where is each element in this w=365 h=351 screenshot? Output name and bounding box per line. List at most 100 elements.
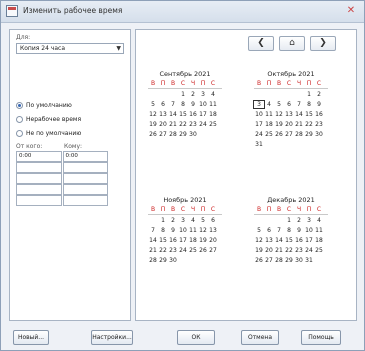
close-icon[interactable]: ✕	[344, 4, 358, 18]
to-time-field[interactable]	[62, 195, 108, 206]
day-cell[interactable]: 20	[208, 237, 218, 244]
day-cell[interactable]: 21	[148, 247, 158, 254]
day-cell[interactable]: 30	[188, 131, 198, 138]
new-button[interactable]: Новый...	[13, 330, 49, 345]
day-cell[interactable]: 19	[274, 121, 284, 128]
day-cell[interactable]: 28	[168, 131, 178, 138]
day-cell[interactable]: 3	[198, 91, 208, 98]
day-cell[interactable]: 13	[208, 227, 218, 234]
day-cell[interactable]: 14	[274, 237, 284, 244]
day-cell[interactable]: 13	[264, 237, 274, 244]
day-cell[interactable]: 7	[294, 101, 304, 108]
day-cell[interactable]: 10	[254, 111, 264, 118]
day-cell[interactable]: 30	[314, 131, 324, 138]
day-cell[interactable]: 24	[254, 131, 264, 138]
day-cell[interactable]: 17	[178, 237, 188, 244]
day-cell[interactable]: 16	[188, 111, 198, 118]
day-cell[interactable]: 29	[158, 257, 168, 264]
day-cell[interactable]: 18	[188, 237, 198, 244]
day-cell[interactable]: 25	[314, 247, 324, 254]
day-cell[interactable]: 3	[253, 100, 265, 109]
day-cell[interactable]: 8	[304, 101, 314, 108]
day-cell[interactable]: 5	[148, 101, 158, 108]
day-cell[interactable]: 22	[158, 247, 168, 254]
day-cell[interactable]: 20	[264, 247, 274, 254]
day-cell[interactable]: 29	[284, 257, 294, 264]
day-cell[interactable]: 7	[148, 227, 158, 234]
day-cell[interactable]: 21	[294, 121, 304, 128]
day-cell[interactable]: 14	[148, 237, 158, 244]
day-cell[interactable]: 19	[254, 247, 264, 254]
to-time-field[interactable]	[62, 162, 108, 173]
day-cell[interactable]: 11	[264, 111, 274, 118]
day-cell[interactable]: 3	[178, 217, 188, 224]
day-cell[interactable]: 15	[158, 237, 168, 244]
day-cell[interactable]: 15	[284, 237, 294, 244]
day-cell[interactable]: 16	[294, 237, 304, 244]
day-cell[interactable]: 28	[294, 131, 304, 138]
day-cell[interactable]: 31	[254, 141, 264, 148]
day-cell[interactable]: 2	[188, 91, 198, 98]
to-time-field[interactable]: 0:00	[62, 151, 108, 162]
calendar-select[interactable]: Копия 24 часа ▼	[16, 43, 124, 54]
day-cell[interactable]: 10	[178, 227, 188, 234]
day-cell[interactable]: 20	[284, 121, 294, 128]
day-cell[interactable]: 22	[304, 121, 314, 128]
settings-button[interactable]: Настройки...	[91, 330, 133, 345]
day-cell[interactable]: 1	[158, 217, 168, 224]
day-cell[interactable]: 18	[314, 237, 324, 244]
day-cell[interactable]: 6	[208, 217, 218, 224]
from-time-field[interactable]	[16, 184, 62, 195]
day-cell[interactable]: 21	[274, 247, 284, 254]
prev-month-button[interactable]: ❮	[248, 36, 274, 51]
day-cell[interactable]: 2	[314, 91, 324, 98]
day-cell[interactable]: 14	[294, 111, 304, 118]
day-cell[interactable]: 15	[304, 111, 314, 118]
day-cell[interactable]: 6	[264, 227, 274, 234]
day-cell[interactable]: 29	[178, 131, 188, 138]
day-cell[interactable]: 18	[264, 121, 274, 128]
day-cell[interactable]: 7	[168, 101, 178, 108]
day-cell[interactable]: 26	[198, 247, 208, 254]
to-time-field[interactable]	[62, 173, 108, 184]
day-cell[interactable]: 13	[158, 111, 168, 118]
day-cell[interactable]: 24	[304, 247, 314, 254]
help-button[interactable]: Помощь	[301, 330, 341, 345]
day-cell[interactable]: 25	[208, 121, 218, 128]
cancel-button[interactable]: Отмена	[241, 330, 279, 345]
day-cell[interactable]: 12	[254, 237, 264, 244]
day-cell[interactable]: 1	[304, 91, 314, 98]
day-cell[interactable]: 9	[294, 227, 304, 234]
day-cell[interactable]: 6	[284, 101, 294, 108]
day-cell[interactable]: 19	[198, 237, 208, 244]
radio-nondefault[interactable]: Не по умолчанию	[16, 130, 81, 137]
day-cell[interactable]: 5	[254, 227, 264, 234]
day-cell[interactable]: 9	[188, 101, 198, 108]
day-cell[interactable]: 1	[284, 217, 294, 224]
day-cell[interactable]: 5	[274, 101, 284, 108]
day-cell[interactable]: 24	[178, 247, 188, 254]
day-cell[interactable]: 23	[294, 247, 304, 254]
day-cell[interactable]: 12	[198, 227, 208, 234]
day-cell[interactable]: 26	[274, 131, 284, 138]
day-cell[interactable]: 23	[168, 247, 178, 254]
day-cell[interactable]: 4	[208, 91, 218, 98]
day-cell[interactable]: 15	[178, 111, 188, 118]
day-cell[interactable]: 16	[314, 111, 324, 118]
day-cell[interactable]: 8	[158, 227, 168, 234]
day-cell[interactable]: 23	[188, 121, 198, 128]
day-cell[interactable]: 18	[208, 111, 218, 118]
ok-button[interactable]: ОК	[177, 330, 215, 345]
day-cell[interactable]: 7	[274, 227, 284, 234]
day-cell[interactable]: 17	[254, 121, 264, 128]
radio-nonworking[interactable]: Нерабочее время	[16, 116, 81, 123]
day-cell[interactable]: 10	[304, 227, 314, 234]
day-cell[interactable]: 1	[178, 91, 188, 98]
day-cell[interactable]: 4	[188, 217, 198, 224]
day-cell[interactable]: 11	[208, 101, 218, 108]
day-cell[interactable]: 27	[284, 131, 294, 138]
day-cell[interactable]: 11	[314, 227, 324, 234]
from-time-field[interactable]: 0:00	[16, 151, 62, 162]
day-cell[interactable]: 26	[148, 131, 158, 138]
to-time-field[interactable]	[62, 184, 108, 195]
